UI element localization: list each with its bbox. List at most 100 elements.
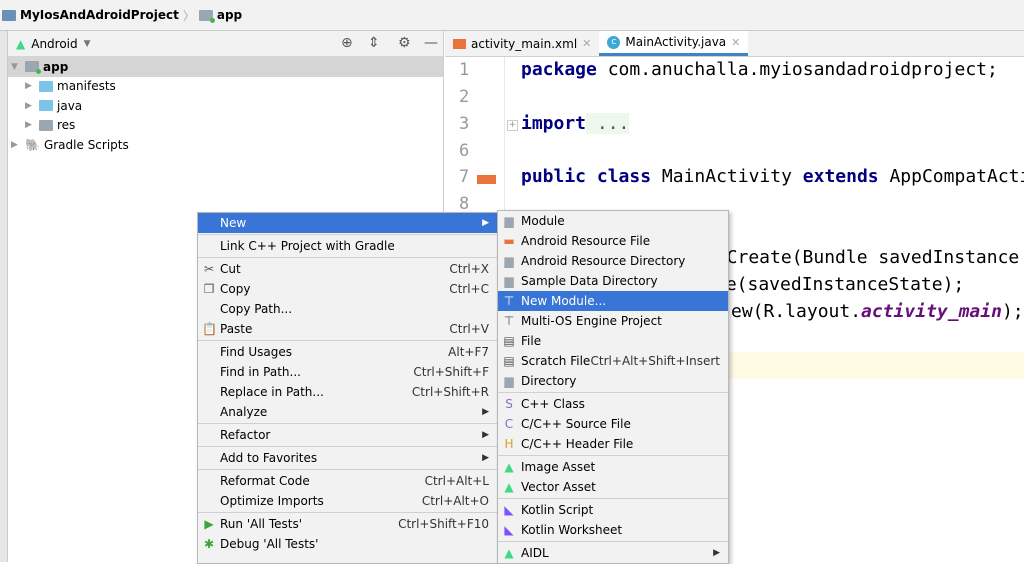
menu-item-module[interactable]: ▆ Module <box>498 211 728 231</box>
code-line-7[interactable]: public class MainActivity extends AppCom… <box>521 166 1024 187</box>
gradle-icon: 🐘 <box>25 137 40 152</box>
breadcrumb-project[interactable]: MyIosAndAdroidProject <box>20 8 179 22</box>
menu-item-shortcut: Ctrl+X <box>449 262 489 276</box>
menu-item-label: C/C++ Source File <box>521 417 631 431</box>
menu-item-kotlin-worksheet[interactable]: ◣ Kotlin Worksheet <box>498 520 728 540</box>
menu-item-debug-all-tests[interactable]: ✱ Debug 'All Tests' <box>198 534 497 554</box>
fold-expand-icon[interactable]: + <box>507 120 518 131</box>
tree-item-java[interactable]: ▶ java <box>8 96 443 116</box>
folder-icon <box>39 80 53 92</box>
menu-item-label: Replace in Path... <box>220 385 324 399</box>
menu-item-c-c-source-file[interactable]: C C/C++ Source File <box>498 414 728 434</box>
menu-item-c-c-header-file[interactable]: H C/C++ Header File <box>498 434 728 454</box>
menu-item-add-to-favorites[interactable]: Add to Favorites ▶ <box>198 448 497 468</box>
menu-item-file[interactable]: ▤ File <box>498 331 728 351</box>
menu-separator <box>198 446 497 447</box>
menu-item-label: Image Asset <box>521 460 596 474</box>
run-icon: ▶ <box>204 517 214 531</box>
menu-item-label: Paste <box>220 322 253 336</box>
android-icon: ▲ <box>504 546 514 560</box>
locate-icon[interactable]: ⊕ <box>341 35 353 51</box>
kotlin-icon: ◣ <box>504 523 514 537</box>
menu-item-reformat-code[interactable]: Reformat Code Ctrl+Alt+L <box>198 471 497 491</box>
code-line-10[interactable]: te(savedInstanceState); <box>715 274 964 295</box>
breadcrumb-module[interactable]: app <box>217 8 242 22</box>
menu-item-refactor[interactable]: Refactor ▶ <box>198 425 497 445</box>
menu-item-analyze[interactable]: Analyze ▶ <box>198 402 497 422</box>
code-line-1[interactable]: package com.anuchalla.myiosandadroidproj… <box>521 59 998 80</box>
scratch-file-icon: ▤ <box>503 354 515 368</box>
view-selector[interactable]: Android <box>31 37 77 51</box>
android-icon: ▲ <box>504 460 514 474</box>
menu-item-c-class[interactable]: S C++ Class <box>498 394 728 414</box>
android-icon: ▲ <box>16 36 26 51</box>
menu-item-optimize-imports[interactable]: Optimize Imports Ctrl+Alt+O <box>198 491 497 511</box>
tab-main-activity-java[interactable]: c MainActivity.java ✕ <box>599 31 749 56</box>
menu-item-new-module[interactable]: ⊤ New Module... <box>498 291 728 311</box>
menu-item-copy-path[interactable]: Copy Path... <box>198 299 497 319</box>
menu-item-cut[interactable]: ✂ Cut Ctrl+X <box>198 259 497 279</box>
cpp-header-icon: H <box>504 437 514 451</box>
collapse-all-icon[interactable]: ⇕ <box>368 35 380 51</box>
clipboard-icon: 📋 <box>202 322 217 336</box>
menu-item-label: Reformat Code <box>220 474 310 488</box>
menu-item-label: Debug 'All Tests' <box>220 537 319 551</box>
menu-item-run-all-tests[interactable]: ▶ Run 'All Tests' Ctrl+Shift+F10 <box>198 514 497 534</box>
project-toolbar: ▲ Android ▼ ⊕ ⇕ ⚙ — <box>8 31 443 57</box>
menu-item-replace-in-path[interactable]: Replace in Path... Ctrl+Shift+R <box>198 382 497 402</box>
menu-item-scratch-file[interactable]: ▤ Scratch File Ctrl+Alt+Shift+Insert <box>498 351 728 371</box>
menu-item-android-resource-directory[interactable]: ▆ Android Resource Directory <box>498 251 728 271</box>
menu-item-paste[interactable]: 📋 Paste Ctrl+V <box>198 319 497 339</box>
menu-separator <box>498 455 728 456</box>
scissors-icon: ✂ <box>203 262 215 276</box>
menu-item-sample-data-directory[interactable]: ▆ Sample Data Directory <box>498 271 728 291</box>
menu-item-find-usages[interactable]: Find Usages Alt+F7 <box>198 342 497 362</box>
menu-item-image-asset[interactable]: ▲ Image Asset <box>498 457 728 477</box>
code-line-11[interactable]: ew(R.layout.activity_main); <box>731 301 1024 322</box>
menu-item-label: Add to Favorites <box>220 451 318 465</box>
menu-separator <box>198 469 497 470</box>
kotlin-icon: ◣ <box>504 503 514 517</box>
menu-item-new[interactable]: New ▶ <box>198 213 497 233</box>
code-line-9[interactable]: onCreate(Bundle savedInstance <box>705 247 1019 268</box>
menu-item-label: Cut <box>220 262 241 276</box>
tree-item-res[interactable]: ▶ res <box>8 116 443 136</box>
related-xml-icon[interactable] <box>477 175 496 184</box>
submenu-arrow-icon: ▶ <box>482 407 489 417</box>
module-folder-icon <box>25 61 41 75</box>
menu-separator <box>198 340 497 341</box>
tab-activity-main-xml[interactable]: activity_main.xml ✕ <box>445 31 599 56</box>
menu-item-aidl[interactable]: ▲ AIDL ▶ <box>498 543 728 563</box>
submenu-arrow-icon: ▶ <box>482 453 489 463</box>
close-icon[interactable]: ✕ <box>582 37 591 50</box>
new-submenu: ▆ Module ▬ Android Resource File ▆ Android Re… <box>497 210 729 564</box>
menu-item-directory[interactable]: ▆ Directory <box>498 371 728 391</box>
submenu-arrow-icon: ▶ <box>713 548 720 558</box>
menu-item-copy[interactable]: ❐ Copy Ctrl+C <box>198 279 497 299</box>
menu-item-shortcut: Ctrl+Shift+F <box>413 365 489 379</box>
submenu-arrow-icon: ▶ <box>482 218 489 228</box>
menu-item-kotlin-script[interactable]: ◣ Kotlin Script <box>498 500 728 520</box>
folder-icon: ▆ <box>504 274 514 288</box>
tree-item-app[interactable]: ▼ app <box>8 57 443 77</box>
xml-file-icon <box>453 38 466 49</box>
tree-item-gradle-scripts[interactable]: ▶ 🐘 Gradle Scripts <box>8 135 443 155</box>
menu-item-link-c-project-with-gradle[interactable]: Link C++ Project with Gradle <box>198 236 497 256</box>
menu-item-android-resource-file[interactable]: ▬ Android Resource File <box>498 231 728 251</box>
menu-item-find-in-path[interactable]: Find in Path... Ctrl+Shift+F <box>198 362 497 382</box>
menu-item-label: Multi-OS Engine Project <box>521 314 662 328</box>
menu-item-multi-os-engine-project[interactable]: ⊤ Multi-OS Engine Project <box>498 311 728 331</box>
cpp-class-icon: S <box>505 397 513 411</box>
menu-item-label: Optimize Imports <box>220 494 324 508</box>
tool-window-stripe[interactable] <box>0 31 8 562</box>
code-line-3[interactable]: import ... <box>521 113 630 134</box>
tree-item-manifests[interactable]: ▶ manifests <box>8 77 443 97</box>
close-icon[interactable]: ✕ <box>731 36 740 49</box>
folder-icon: ▆ <box>504 374 514 388</box>
menu-item-vector-asset[interactable]: ▲ Vector Asset <box>498 477 728 497</box>
minimize-icon[interactable]: — <box>424 35 438 51</box>
line-number: 1 <box>459 60 470 80</box>
java-class-icon: c <box>607 35 621 49</box>
chevron-down-icon[interactable]: ▼ <box>84 39 91 49</box>
gear-icon[interactable]: ⚙ <box>398 35 411 51</box>
